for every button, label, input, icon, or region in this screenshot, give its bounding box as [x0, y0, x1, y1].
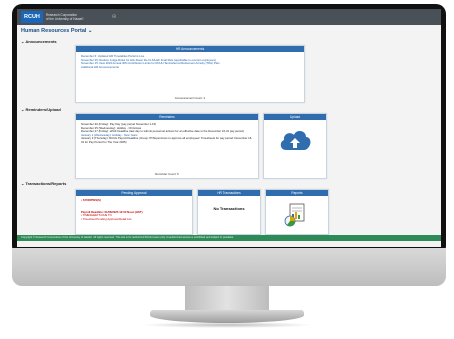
organization-name: Research Corporation of the University o…: [46, 13, 106, 21]
panel-title: Upload: [264, 114, 326, 120]
hr-transactions-panel: HR Transactions No Transactions: [197, 189, 261, 235]
announcement-count: Announcement Count: 4: [174, 96, 206, 100]
hr-announcements-panel: HR Announcements December 6: Updated HR …: [75, 45, 305, 103]
reminder-count: Reminder Count: 5: [155, 172, 179, 176]
pending-approval-panel: Pending Approval • SYNOPSIS(S) Payroll D…: [75, 189, 193, 235]
org-name-line2: of the University of Hawai'i: [45, 17, 84, 21]
section-reminders-upload[interactable]: ⌄ Reminders/Upload: [21, 107, 61, 112]
announcement-item[interactable]: Additional HR Announcements: [81, 65, 299, 70]
reminder-item: January 3 (Thursday): RCUH Payroll Deadl…: [81, 136, 253, 144]
reports-panel[interactable]: Reports: [265, 189, 329, 235]
monitor-shadow: [140, 322, 314, 328]
reports-icon[interactable]: [282, 202, 312, 228]
monitor-chin: [12, 248, 446, 286]
empty-state-text: No Transactions: [213, 206, 245, 211]
upload-panel[interactable]: Upload: [263, 113, 327, 179]
monitor-stand-neck: [185, 286, 269, 312]
reminder-list: November 30 (Friday): Pay Day (pay perio…: [76, 120, 258, 148]
pending-approval-body: • SYNOPSIS(S) Payroll Deadline: 01/06/20…: [76, 196, 192, 224]
page-title[interactable]: Human Resources Portal ⌄: [21, 28, 93, 34]
panel-title: Reports: [266, 190, 328, 196]
status-bar: Copyright © Research Corporation of the …: [17, 235, 441, 241]
top-navbar: RCUH Research Corporation of the Univers…: [17, 9, 441, 25]
announcement-list: December 6: Updated HR Timetables Portal…: [76, 52, 304, 72]
upload-cloud-icon[interactable]: [278, 126, 312, 154]
pending-link[interactable]: • SYNOPSIS(S): [81, 198, 187, 203]
monitor-screen: RCUH Research Corporation of the Univers…: [17, 9, 441, 247]
section-announcements[interactable]: ⌄ Announcements: [21, 39, 57, 44]
panel-title: HR Transactions: [198, 190, 260, 196]
rcuh-logo[interactable]: RCUH: [21, 11, 43, 23]
compass-icon[interactable]: ☉: [112, 14, 116, 20]
section-transactions-reports[interactable]: ⌄ Transactions/Reports: [21, 181, 66, 186]
payroll-link[interactable]: • Timesheet Pending Approval Detail List: [81, 217, 187, 222]
reminders-panel: Reminders November 30 (Friday): Pay Day …: [75, 113, 259, 179]
